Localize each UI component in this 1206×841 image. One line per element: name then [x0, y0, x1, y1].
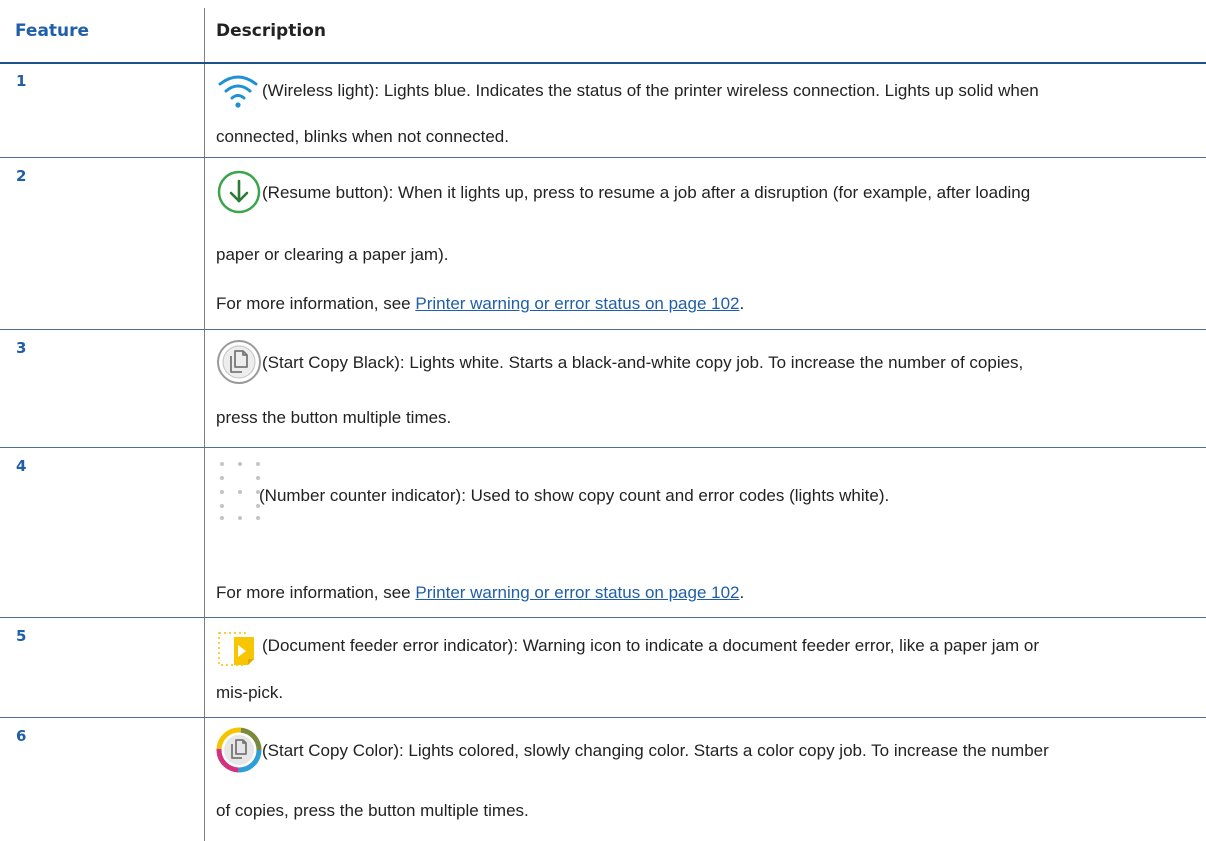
more-info-prefix: For more information, see [216, 583, 416, 602]
wifi-icon [216, 70, 260, 115]
row-description: (Document feeder error indicator): Warni… [262, 636, 1040, 655]
feature-number: 6 [16, 727, 27, 745]
feature-number: 3 [16, 339, 27, 357]
table-row: 4 (Number counter indicator): Used to sh… [0, 447, 1206, 618]
row-description: (Start Copy Color): Lights colored, slow… [262, 741, 1049, 760]
row-description-continued: press the button multiple times. [216, 408, 452, 427]
table-row: 2 (Resume button): When it lights up, pr… [0, 157, 1206, 330]
copy-black-icon [216, 339, 262, 390]
row-description: (Resume button): When it lights up, pres… [262, 183, 1031, 202]
feature-number: 4 [16, 457, 27, 475]
copy-color-icon [216, 727, 262, 778]
feature-number: 1 [16, 72, 27, 90]
more-info-text: For more information, see Printer warnin… [216, 583, 744, 603]
feature-column-header: Feature [15, 21, 90, 41]
more-info-suffix: . [739, 294, 745, 313]
row-description: (Wireless light): Lights blue. Indicates… [262, 81, 1039, 100]
row-description-continued: mis-pick. [216, 683, 284, 702]
row-description: (Start Copy Black): Lights white. Starts… [262, 353, 1024, 372]
more-info-link[interactable]: Printer warning or error status on page … [415, 583, 739, 602]
table-header: Feature Description [0, 0, 1206, 64]
more-info-text: For more information, see Printer warnin… [216, 294, 744, 314]
row-description-continued: paper or clearing a paper jam). [216, 245, 449, 264]
feature-number: 2 [16, 167, 27, 185]
more-info-link[interactable]: Printer warning or error status on page … [415, 294, 739, 313]
table-row: 5 (Document feeder error indicator): War… [0, 617, 1206, 718]
table-row: 1 (Wireless light): Lights blue. Indicat… [0, 62, 1206, 158]
row-description: (Number counter indicator): Used to show… [259, 486, 890, 505]
row-description-continued: of copies, press the button multiple tim… [216, 801, 529, 820]
resume-icon [216, 169, 262, 220]
feature-number: 5 [16, 627, 27, 645]
table-row: 3 (Start Copy Black): Lights white. Star… [0, 329, 1206, 448]
more-info-suffix: . [739, 583, 745, 602]
description-column-header: Description [216, 21, 326, 41]
table-row: 6 (Start Copy Color): Lights colored, sl… [0, 717, 1206, 841]
row-description-continued: connected, blinks when not connected. [216, 127, 509, 146]
document-feeder-error-icon [216, 629, 262, 676]
more-info-prefix: For more information, see [216, 294, 416, 313]
